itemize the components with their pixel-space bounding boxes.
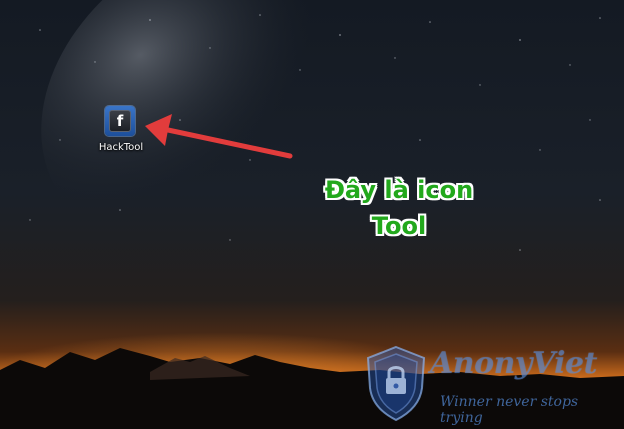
desktop-icon-label: HackTool [98, 142, 144, 153]
shield-lock-icon [366, 345, 426, 422]
facebook-icon: f [109, 110, 131, 132]
annotation-line-2: Tool [371, 212, 427, 240]
watermark-brand: AnonyViet [430, 346, 597, 381]
desktop[interactable]: f HackTool Đây là icon Tool AnonyViet Wi… [0, 0, 624, 429]
facebook-glyph: f [116, 112, 124, 130]
annotation-text: Đây là icon Tool [296, 172, 502, 244]
desktop-icon-hacktool[interactable]: f HackTool [88, 104, 154, 160]
icon-frame: f [105, 106, 135, 136]
watermark-tagline: Winner never stops trying [440, 394, 579, 426]
annotation-line-1: Đây là icon [324, 176, 474, 204]
watermark: AnonyViet Winner never stops trying [364, 344, 622, 426]
